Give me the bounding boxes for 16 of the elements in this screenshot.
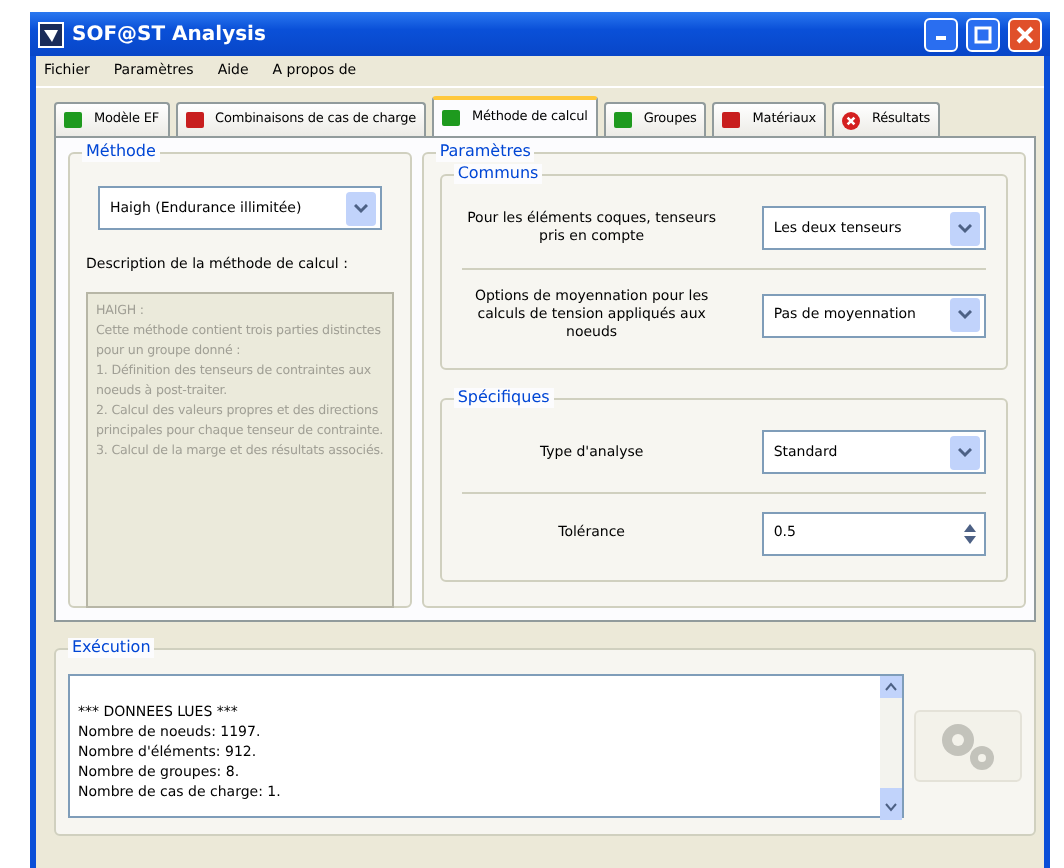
spinner-arrows-icon — [959, 519, 980, 547]
close-icon — [1016, 25, 1034, 43]
group-title: Paramètres — [435, 142, 535, 162]
window-title: SOF@ST Analysis — [72, 21, 266, 49]
maximize-icon — [974, 25, 992, 43]
gears-icon — [936, 718, 1000, 774]
scrollbar[interactable] — [880, 676, 902, 816]
app-icon — [38, 21, 64, 47]
maximize-button[interactable] — [966, 17, 1000, 51]
minimize-button[interactable] — [924, 17, 958, 51]
group-title: Communs — [453, 164, 543, 184]
group-title: Méthode — [82, 142, 160, 162]
error-icon — [841, 111, 860, 129]
group-title: Spécifiques — [453, 388, 554, 408]
close-button[interactable] — [1008, 17, 1042, 51]
group-title: Exécution — [68, 638, 155, 658]
